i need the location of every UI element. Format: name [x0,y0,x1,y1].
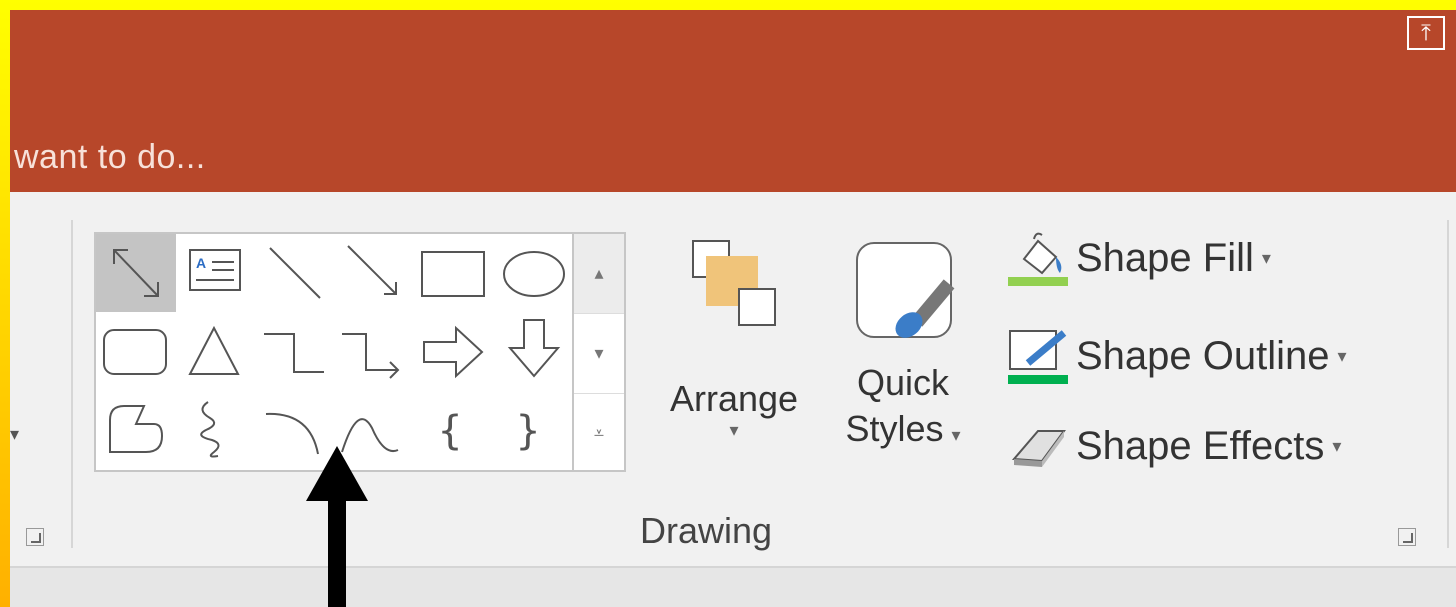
shape-effects-label: Shape Effects [1076,423,1325,468]
svg-text:A: A [196,255,206,271]
elbow-arrow-connector-icon[interactable] [336,312,416,390]
scribble-icon[interactable] [176,390,256,468]
shapes-gallery[interactable]: A {} [94,232,574,472]
annotation-arrow-icon [306,446,368,501]
text-box-icon[interactable]: A [176,234,256,312]
chevron-down-icon[interactable]: ▾ [10,424,19,445]
shape-outline-button[interactable]: Shape Outline ▾ [1006,326,1347,386]
quick-styles-label-1: Quick [856,362,950,403]
right-brace-icon[interactable]: } [496,390,576,468]
shape-outline-label: Shape Outline [1076,333,1330,378]
rounded-rectangle-icon[interactable] [96,312,176,390]
annotation-arrow-shaft [328,498,346,607]
title-bar: want to do... ⤒ [10,10,1456,192]
triangle-icon[interactable] [176,312,256,390]
arrange-button[interactable]: Arrange ▾ [646,238,822,441]
shape-fill-label: Shape Fill [1076,235,1254,280]
right-arrow-icon[interactable] [416,312,496,390]
shape-fill-caret: ▾ [1261,247,1271,268]
group-divider-right [1447,220,1449,548]
down-arrow-icon[interactable] [496,312,576,390]
line-icon[interactable] [256,234,336,312]
elbow-connector-icon[interactable] [256,312,336,390]
dialog-launcher-icon[interactable] [26,528,44,546]
powerpoint-window: want to do... ⤒ ▾ A {} ▴ ▾ ⩡ Arrange ▾ … [10,10,1456,607]
freeform-icon[interactable] [96,390,176,468]
shape-effects-button[interactable]: Shape Effects ▾ [1006,416,1341,476]
arrange-label: Arrange [669,378,799,419]
oval-icon[interactable] [496,234,576,312]
scroll-down-button[interactable]: ▾ [574,314,624,394]
ribbon: ▾ A {} ▴ ▾ ⩡ Arrange ▾ Quick Styles ▾ S… [10,192,1456,568]
left-brace-icon[interactable]: { [416,390,496,468]
quick-styles-label-2: Styles [845,408,944,449]
group-divider [71,220,73,548]
tell-me-search[interactable]: want to do... [14,138,206,177]
shape-fill-button[interactable]: Shape Fill ▾ [1006,228,1271,288]
paint-bucket-icon [1006,229,1070,287]
scroll-up-button[interactable]: ▴ [574,234,624,314]
arrow-line-icon[interactable] [336,234,416,312]
shape-outline-caret: ▾ [1337,345,1347,366]
gallery-scrollbar[interactable]: ▴ ▾ ⩡ [574,232,626,472]
status-area [10,568,1456,607]
more-shapes-button[interactable]: ⩡ [574,394,624,473]
quick-styles-caret: ▾ [951,425,961,445]
pen-outline-icon [1006,327,1070,385]
svg-text:}: } [516,408,540,454]
shape-effects-caret: ▾ [1332,435,1342,456]
double-arrow-line-icon[interactable] [96,234,176,312]
group-label-drawing: Drawing [640,510,773,551]
svg-text:{: { [438,408,462,454]
drawing-dialog-launcher-icon[interactable] [1398,528,1416,546]
arrange-caret: ▾ [729,420,739,440]
arrange-icon [684,238,784,334]
shape-effects-icon [1006,417,1070,475]
rectangle-icon[interactable] [416,234,496,312]
pin-up-icon[interactable]: ⤒ [1407,16,1445,50]
quick-styles-icon [848,236,958,348]
quick-styles-button[interactable]: Quick Styles ▾ [828,236,978,450]
